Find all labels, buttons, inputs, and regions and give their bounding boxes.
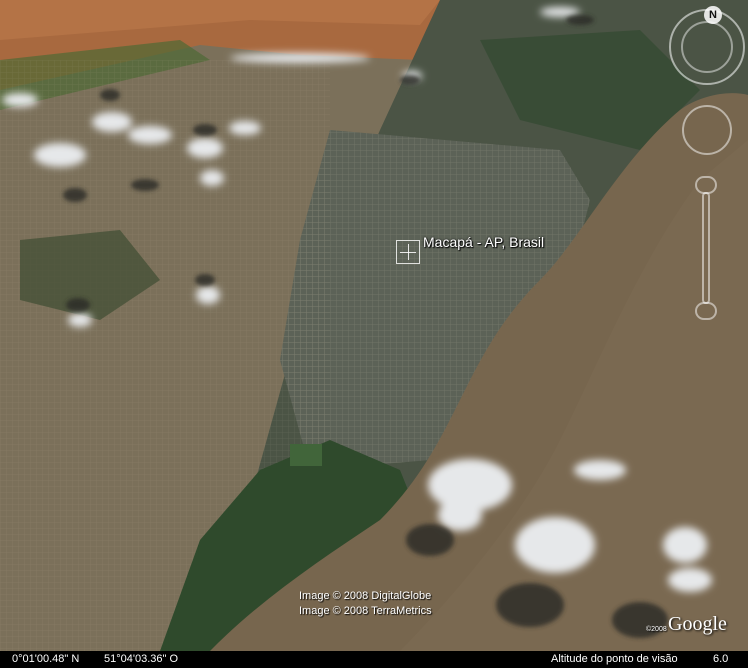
- eye-altitude-value: 6.0: [713, 653, 729, 665]
- status-bar: 0°01'00.48" N 51°04'03.36" O Altitude do…: [0, 651, 748, 668]
- imagery-credit-digitalglobe: Image © 2008 DigitalGlobe: [299, 590, 432, 602]
- zoom-slider[interactable]: [695, 176, 717, 320]
- pointer-latitude: 0°01'00.48" N: [12, 653, 80, 665]
- placemark-label[interactable]: Macapá - AP, Brasil: [423, 234, 544, 250]
- zoom-out-icon[interactable]: [695, 302, 717, 320]
- north-compass-icon[interactable]: N: [704, 6, 722, 24]
- google-logo: Google: [668, 613, 727, 635]
- zoom-track[interactable]: [702, 192, 710, 304]
- eye-altitude-label: Altitude do ponto de visão: [551, 653, 678, 665]
- imagery-credit-terrametrics: Image © 2008 TerraMetrics: [299, 605, 432, 617]
- satellite-imagery[interactable]: [0, 0, 748, 651]
- look-joystick[interactable]: [681, 21, 733, 73]
- logo-year: ©2008: [646, 626, 667, 633]
- move-joystick[interactable]: [682, 105, 732, 155]
- pointer-longitude: 51°04'03.36" O: [104, 653, 179, 665]
- map-viewport[interactable]: N Macapá - AP, Brasil Image © 2008 Digit…: [0, 0, 748, 668]
- placemark-icon[interactable]: [396, 240, 420, 264]
